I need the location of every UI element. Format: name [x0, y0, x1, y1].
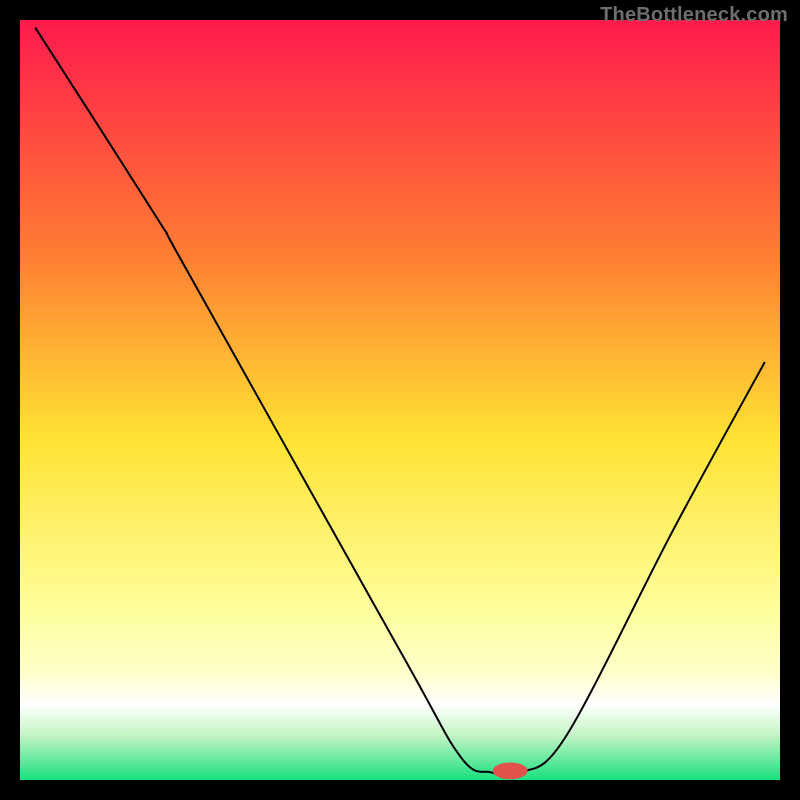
- optimum-marker: [493, 763, 528, 780]
- watermark-text: TheBottleneck.com: [600, 4, 788, 27]
- bottleneck-chart: [0, 0, 800, 800]
- plot-background: [20, 20, 780, 780]
- chart-stage: TheBottleneck.com: [0, 0, 800, 800]
